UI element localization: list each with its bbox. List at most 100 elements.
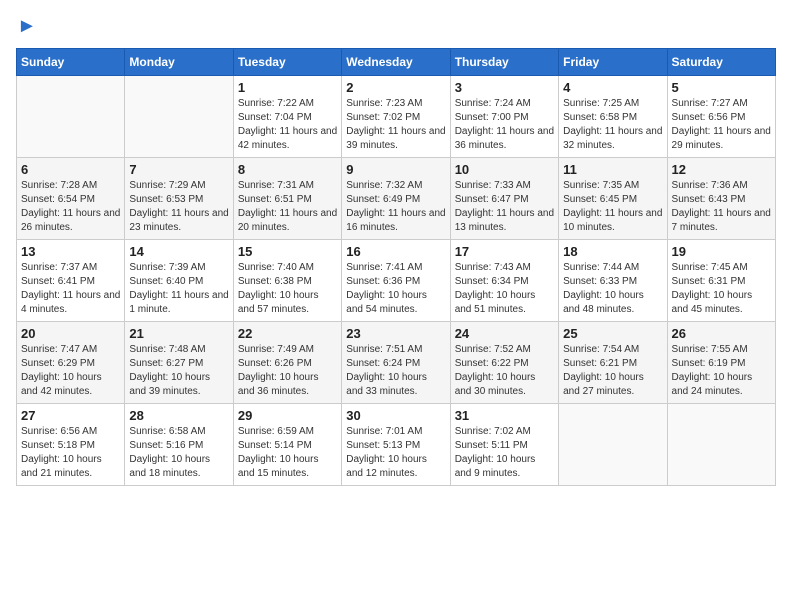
calendar-cell: 26 Sunrise: 7:55 AM Sunset: 6:19 PM Dayli…: [667, 322, 775, 404]
day-number: 14: [129, 244, 228, 259]
day-number: 2: [346, 80, 445, 95]
calendar-cell: 2 Sunrise: 7:23 AM Sunset: 7:02 PM Daylig…: [342, 76, 450, 158]
day-info: Sunrise: 7:29 AM Sunset: 6:53 PM Dayligh…: [129, 179, 228, 235]
day-info: Sunrise: 7:45 AM Sunset: 6:31 PM Dayligh…: [672, 261, 771, 317]
day-info: Sunrise: 7:25 AM Sunset: 6:58 PM Dayligh…: [563, 97, 662, 153]
day-number: 9: [346, 162, 445, 177]
calendar-week-row: 20Sunrise: 7:47 AM Sunset: 6:29 PM Dayli…: [17, 322, 776, 404]
calendar-cell: 18 Sunrise: 7:44 AM Sunset: 6:33 PM Dayli…: [559, 240, 667, 322]
day-number: 10: [455, 162, 554, 177]
header-sunday: Sunday: [17, 49, 125, 76]
day-info: Sunrise: 7:51 AM Sunset: 6:24 PM Dayligh…: [346, 343, 445, 399]
day-info: Sunrise: 7:27 AM Sunset: 6:56 PM Dayligh…: [672, 97, 771, 153]
day-info: Sunrise: 7:43 AM Sunset: 6:34 PM Dayligh…: [455, 261, 554, 317]
day-info: Sunrise: 7:28 AM Sunset: 6:54 PM Dayligh…: [21, 179, 120, 235]
calendar-cell: 7Sunrise: 7:29 AM Sunset: 6:53 PM Daylig…: [125, 158, 233, 240]
day-info: Sunrise: 7:33 AM Sunset: 6:47 PM Dayligh…: [455, 179, 554, 235]
day-number: 3: [455, 80, 554, 95]
calendar-header-row: SundayMondayTuesdayWednesdayThursdayFrid…: [17, 49, 776, 76]
calendar-cell: 10 Sunrise: 7:33 AM Sunset: 6:47 PM Dayli…: [450, 158, 558, 240]
calendar-table: SundayMondayTuesdayWednesdayThursdayFrid…: [16, 48, 776, 486]
day-number: 31: [455, 408, 554, 423]
page-header: ►: [16, 16, 776, 36]
day-info: Sunrise: 6:58 AM Sunset: 5:16 PM Dayligh…: [129, 425, 228, 481]
calendar-cell: 24 Sunrise: 7:52 AM Sunset: 6:22 PM Dayli…: [450, 322, 558, 404]
day-info: Sunrise: 7:55 AM Sunset: 6:19 PM Dayligh…: [672, 343, 771, 399]
day-number: 4: [563, 80, 662, 95]
logo-arrow-icon: ►: [17, 16, 37, 36]
day-number: 17: [455, 244, 554, 259]
calendar-cell: 4 Sunrise: 7:25 AM Sunset: 6:58 PM Daylig…: [559, 76, 667, 158]
header-monday: Monday: [125, 49, 233, 76]
header-friday: Friday: [559, 49, 667, 76]
calendar-cell: 12 Sunrise: 7:36 AM Sunset: 6:43 PM Dayli…: [667, 158, 775, 240]
day-info: Sunrise: 7:49 AM Sunset: 6:26 PM Dayligh…: [238, 343, 337, 399]
header-tuesday: Tuesday: [233, 49, 341, 76]
header-saturday: Saturday: [667, 49, 775, 76]
day-info: Sunrise: 7:22 AM Sunset: 7:04 PM Dayligh…: [238, 97, 337, 153]
calendar-cell: 28Sunrise: 6:58 AM Sunset: 5:16 PM Dayli…: [125, 404, 233, 486]
day-number: 18: [563, 244, 662, 259]
day-info: Sunrise: 7:01 AM Sunset: 5:13 PM Dayligh…: [346, 425, 445, 481]
day-number: 30: [346, 408, 445, 423]
calendar-week-row: 1 Sunrise: 7:22 AM Sunset: 7:04 PM Daylig…: [17, 76, 776, 158]
calendar-cell: 31 Sunrise: 7:02 AM Sunset: 5:11 PM Dayli…: [450, 404, 558, 486]
calendar-cell: 30 Sunrise: 7:01 AM Sunset: 5:13 PM Dayli…: [342, 404, 450, 486]
day-info: Sunrise: 7:37 AM Sunset: 6:41 PM Dayligh…: [21, 261, 120, 317]
day-number: 25: [563, 326, 662, 341]
calendar-cell: 6 Sunrise: 7:28 AM Sunset: 6:54 PM Daylig…: [17, 158, 125, 240]
day-number: 29: [238, 408, 337, 423]
calendar-cell: 14Sunrise: 7:39 AM Sunset: 6:40 PM Dayli…: [125, 240, 233, 322]
day-info: Sunrise: 6:59 AM Sunset: 5:14 PM Dayligh…: [238, 425, 337, 481]
day-number: 6: [21, 162, 120, 177]
calendar-cell: 5 Sunrise: 7:27 AM Sunset: 6:56 PM Daylig…: [667, 76, 775, 158]
calendar-cell: 19Sunrise: 7:45 AM Sunset: 6:31 PM Dayli…: [667, 240, 775, 322]
day-number: 12: [672, 162, 771, 177]
day-info: Sunrise: 7:31 AM Sunset: 6:51 PM Dayligh…: [238, 179, 337, 235]
calendar-cell: 22 Sunrise: 7:49 AM Sunset: 6:26 PM Dayli…: [233, 322, 341, 404]
day-number: 13: [21, 244, 120, 259]
calendar-cell: 20Sunrise: 7:47 AM Sunset: 6:29 PM Dayli…: [17, 322, 125, 404]
day-info: Sunrise: 7:35 AM Sunset: 6:45 PM Dayligh…: [563, 179, 662, 235]
day-number: 16: [346, 244, 445, 259]
calendar-cell: 9 Sunrise: 7:32 AM Sunset: 6:49 PM Daylig…: [342, 158, 450, 240]
calendar-week-row: 13 Sunrise: 7:37 AM Sunset: 6:41 PM Dayli…: [17, 240, 776, 322]
day-info: Sunrise: 7:52 AM Sunset: 6:22 PM Dayligh…: [455, 343, 554, 399]
calendar-cell: 3Sunrise: 7:24 AM Sunset: 7:00 PM Daylig…: [450, 76, 558, 158]
header-thursday: Thursday: [450, 49, 558, 76]
calendar-cell: 27 Sunrise: 6:56 AM Sunset: 5:18 PM Dayli…: [17, 404, 125, 486]
calendar-cell: 29 Sunrise: 6:59 AM Sunset: 5:14 PM Dayli…: [233, 404, 341, 486]
day-number: 8: [238, 162, 337, 177]
calendar-cell: [559, 404, 667, 486]
day-info: Sunrise: 7:44 AM Sunset: 6:33 PM Dayligh…: [563, 261, 662, 317]
calendar-cell: 8 Sunrise: 7:31 AM Sunset: 6:51 PM Daylig…: [233, 158, 341, 240]
day-info: Sunrise: 7:54 AM Sunset: 6:21 PM Dayligh…: [563, 343, 662, 399]
day-info: Sunrise: 7:23 AM Sunset: 7:02 PM Dayligh…: [346, 97, 445, 153]
day-number: 11: [563, 162, 662, 177]
day-number: 26: [672, 326, 771, 341]
calendar-cell: [667, 404, 775, 486]
day-info: Sunrise: 7:02 AM Sunset: 5:11 PM Dayligh…: [455, 425, 554, 481]
day-number: 21: [129, 326, 228, 341]
day-info: Sunrise: 6:56 AM Sunset: 5:18 PM Dayligh…: [21, 425, 120, 481]
day-info: Sunrise: 7:40 AM Sunset: 6:38 PM Dayligh…: [238, 261, 337, 317]
calendar-cell: 21Sunrise: 7:48 AM Sunset: 6:27 PM Dayli…: [125, 322, 233, 404]
day-number: 5: [672, 80, 771, 95]
day-number: 23: [346, 326, 445, 341]
calendar-cell: 13 Sunrise: 7:37 AM Sunset: 6:41 PM Dayli…: [17, 240, 125, 322]
logo: ►: [16, 16, 37, 36]
calendar-cell: 25 Sunrise: 7:54 AM Sunset: 6:21 PM Dayli…: [559, 322, 667, 404]
day-info: Sunrise: 7:36 AM Sunset: 6:43 PM Dayligh…: [672, 179, 771, 235]
calendar-cell: 17 Sunrise: 7:43 AM Sunset: 6:34 PM Dayli…: [450, 240, 558, 322]
day-number: 20: [21, 326, 120, 341]
day-number: 24: [455, 326, 554, 341]
day-number: 15: [238, 244, 337, 259]
day-number: 1: [238, 80, 337, 95]
calendar-cell: 16Sunrise: 7:41 AM Sunset: 6:36 PM Dayli…: [342, 240, 450, 322]
day-info: Sunrise: 7:32 AM Sunset: 6:49 PM Dayligh…: [346, 179, 445, 235]
day-number: 22: [238, 326, 337, 341]
calendar-cell: 23 Sunrise: 7:51 AM Sunset: 6:24 PM Dayli…: [342, 322, 450, 404]
day-number: 27: [21, 408, 120, 423]
calendar-cell: [17, 76, 125, 158]
calendar-cell: 15 Sunrise: 7:40 AM Sunset: 6:38 PM Dayli…: [233, 240, 341, 322]
